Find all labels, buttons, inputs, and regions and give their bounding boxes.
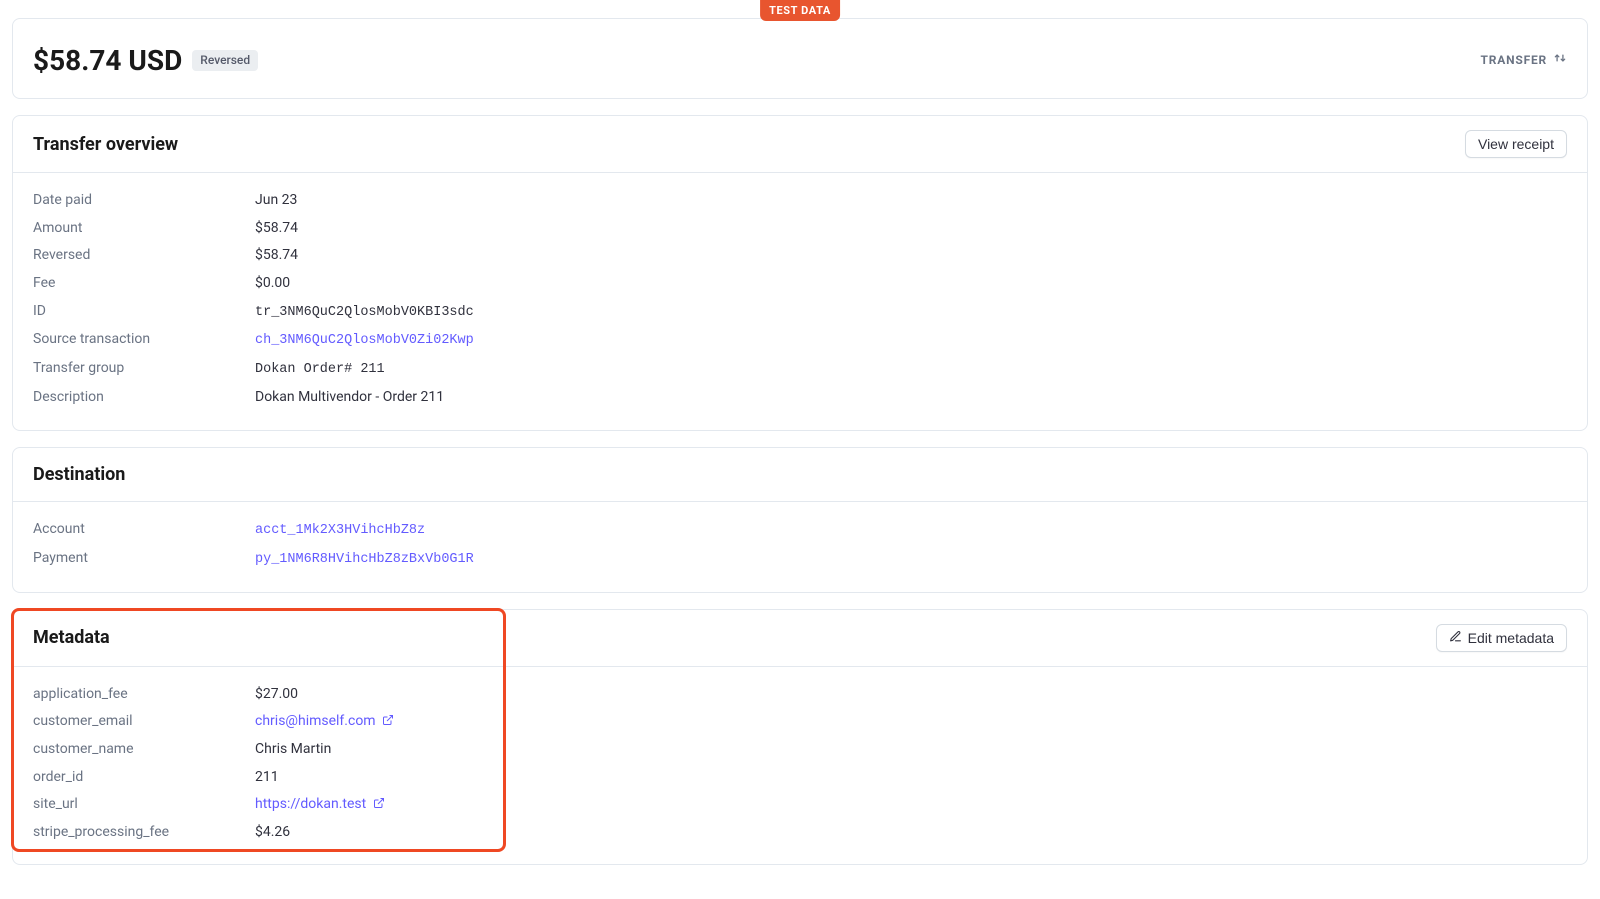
label-application-fee: application_fee <box>33 685 255 705</box>
value-date-paid: Jun 23 <box>255 191 297 211</box>
link-site-url[interactable]: https://dokan.test <box>255 796 366 812</box>
label-fee: Fee <box>33 274 255 294</box>
link-account[interactable]: acct_1Mk2X3HVihcHbZ8z <box>255 523 425 538</box>
label-customer-name: customer_name <box>33 740 255 760</box>
value-description: Dokan Multivendor - Order 211 <box>255 388 444 408</box>
value-amount: $58.74 <box>255 219 298 239</box>
label-amount: Amount <box>33 219 255 239</box>
label-order-id: order_id <box>33 768 255 788</box>
test-data-badge: TEST DATA <box>760 0 840 21</box>
object-type-text: TRANSFER <box>1481 52 1547 69</box>
value-transfer-group: Dokan Order# 211 <box>255 361 385 380</box>
status-badge: Reversed <box>192 50 258 71</box>
value-order-id: 211 <box>255 768 279 788</box>
transfer-overview-card: Transfer overview View receipt Date paid… <box>12 115 1588 431</box>
label-account: Account <box>33 520 255 540</box>
metadata-card: Metadata Edit metadata application_fee $… <box>12 609 1588 866</box>
value-customer-name: Chris Martin <box>255 740 331 760</box>
label-reversed: Reversed <box>33 246 255 266</box>
value-reversed: $58.74 <box>255 246 298 266</box>
link-source-transaction[interactable]: ch_3NM6QuC2QlosMobV0Zi02Kwp <box>255 333 474 348</box>
view-receipt-button[interactable]: View receipt <box>1465 130 1567 158</box>
label-source-transaction: Source transaction <box>33 330 255 350</box>
section-title-metadata: Metadata <box>33 625 110 650</box>
value-application-fee: $27.00 <box>255 685 298 705</box>
link-customer-email[interactable]: chris@himself.com <box>255 713 376 729</box>
object-type-label: TRANSFER <box>1481 51 1567 70</box>
external-link-icon <box>382 713 394 725</box>
section-title-overview: Transfer overview <box>33 132 178 157</box>
transfer-icon <box>1553 51 1567 70</box>
label-stripe-processing-fee: stripe_processing_fee <box>33 823 255 843</box>
label-transfer-group: Transfer group <box>33 359 255 379</box>
label-payment: Payment <box>33 549 255 569</box>
destination-card: Destination Account acct_1Mk2X3HVihcHbZ8… <box>12 447 1588 593</box>
value-id: tr_3NM6QuC2QlosMobV0KBI3sdc <box>255 304 474 323</box>
edit-metadata-button[interactable]: Edit metadata <box>1436 624 1567 652</box>
label-date-paid: Date paid <box>33 191 255 211</box>
label-id: ID <box>33 302 255 322</box>
value-fee: $0.00 <box>255 274 290 294</box>
label-description: Description <box>33 388 255 408</box>
label-site-url: site_url <box>33 795 255 815</box>
value-stripe-processing-fee: $4.26 <box>255 823 290 843</box>
transfer-summary-card: $58.74 USD Reversed TRANSFER <box>12 18 1588 99</box>
link-payment[interactable]: py_1NM6R8HVihcHbZ8zBxVb0G1R <box>255 552 474 567</box>
pencil-icon <box>1449 630 1462 646</box>
label-customer-email: customer_email <box>33 712 255 732</box>
transfer-amount: $58.74 USD <box>33 41 182 80</box>
section-title-destination: Destination <box>33 462 125 487</box>
external-link-icon <box>373 796 385 808</box>
